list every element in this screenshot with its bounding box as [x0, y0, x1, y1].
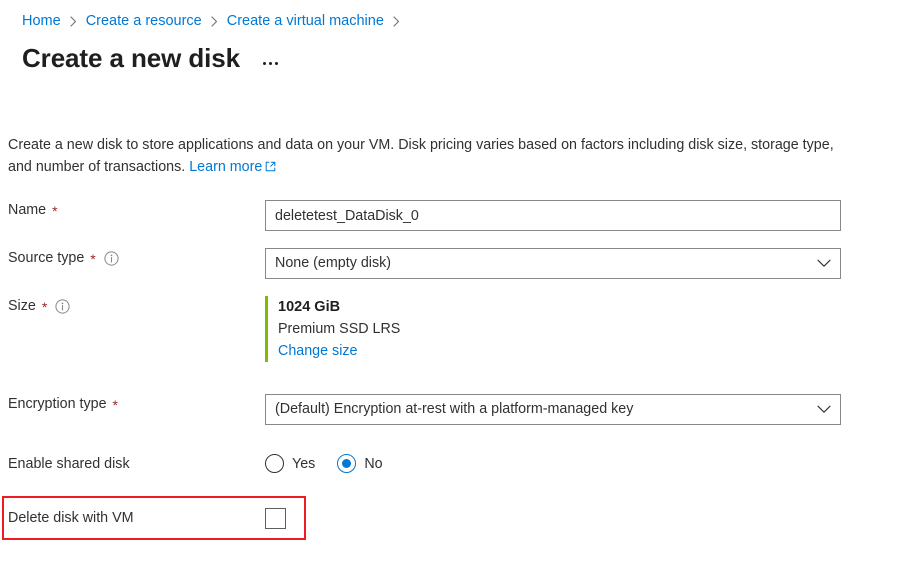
form-row-enable-shared-disk: Enable shared disk Yes No — [0, 454, 924, 474]
description-text: Create a new disk to store applications … — [8, 137, 834, 175]
source-type-label: Source type * — [0, 248, 265, 268]
form-row-delete-disk-with-vm: Delete disk with VM — [0, 508, 924, 534]
radio-circle-yes-icon — [265, 454, 284, 473]
encryption-type-select[interactable]: (Default) Encryption at-rest with a plat… — [265, 394, 841, 425]
form-row-encryption-type: Encryption type * (Default) Encryption a… — [0, 394, 924, 425]
breadcrumb-item-home[interactable]: Home — [22, 11, 61, 31]
delete-disk-with-vm-label: Delete disk with VM — [0, 508, 265, 528]
radio-label-no: No — [364, 455, 383, 472]
encryption-type-control: (Default) Encryption at-rest with a plat… — [265, 394, 924, 425]
enable-shared-disk-label: Enable shared disk — [0, 454, 265, 474]
external-link-icon — [265, 157, 276, 179]
enable-shared-disk-radio-group: Yes No — [265, 454, 924, 473]
enable-shared-disk-control: Yes No — [265, 454, 924, 473]
encryption-type-label: Encryption type * — [0, 394, 265, 414]
title-row: Create a new disk — [22, 41, 281, 75]
radio-option-no[interactable]: No — [337, 454, 383, 473]
ellipsis-dot-icon — [268, 62, 272, 65]
name-input[interactable] — [265, 200, 841, 231]
size-control: 1024 GiB Premium SSD LRS Change size — [265, 296, 924, 362]
learn-more-label: Learn more — [189, 159, 263, 175]
info-circle-icon[interactable] — [55, 298, 70, 314]
ellipsis-dot-icon — [262, 62, 266, 65]
radio-circle-no-icon — [337, 454, 357, 473]
required-asterisk: * — [112, 397, 118, 413]
name-label: Name * — [0, 200, 265, 220]
source-type-control: None (empty disk) — [265, 248, 924, 279]
form-row-name: Name * — [0, 200, 924, 231]
breadcrumb-item-create-a-virtual-machine[interactable]: Create a virtual machine — [227, 11, 384, 31]
name-label-text: Name — [8, 202, 47, 218]
breadcrumb-separator-icon — [211, 15, 218, 27]
breadcrumb-separator-icon — [70, 15, 77, 27]
form-row-size: Size * 1024 GiB Premium SSD LRS Change s… — [0, 296, 924, 362]
name-control — [265, 200, 924, 231]
change-size-link[interactable]: Change size — [278, 340, 357, 362]
create-new-disk-page: Home Create a resource Create a virtual … — [0, 0, 924, 568]
delete-disk-with-vm-label-text: Delete disk with VM — [8, 510, 134, 526]
required-asterisk: * — [52, 203, 58, 219]
size-label-text: Size — [8, 298, 36, 314]
size-summary-block: 1024 GiB Premium SSD LRS Change size — [265, 296, 665, 362]
size-value: 1024 GiB — [278, 299, 341, 315]
size-label: Size * — [0, 296, 265, 316]
info-circle-icon[interactable] — [104, 250, 119, 266]
source-type-select[interactable]: None (empty disk) — [265, 248, 841, 279]
source-type-select-wrap: None (empty disk) — [265, 248, 841, 279]
enable-shared-disk-label-text: Enable shared disk — [8, 456, 130, 472]
more-options-ellipsis-button[interactable] — [260, 58, 281, 69]
page-title: Create a new disk — [22, 43, 240, 73]
size-sku: Premium SSD LRS — [278, 321, 401, 337]
breadcrumb-item-create-a-resource[interactable]: Create a resource — [86, 11, 202, 31]
breadcrumb-separator-icon — [393, 15, 400, 27]
required-asterisk: * — [90, 251, 96, 267]
delete-disk-with-vm-control — [265, 508, 924, 534]
ellipsis-dot-icon — [274, 62, 278, 65]
breadcrumb: Home Create a resource Create a virtual … — [22, 11, 409, 31]
delete-disk-with-vm-checkbox[interactable] — [265, 508, 286, 529]
encryption-type-label-text: Encryption type — [8, 396, 107, 412]
learn-more-link[interactable]: Learn more — [189, 159, 276, 175]
form-row-source-type: Source type * None (empty disk) — [0, 248, 924, 279]
required-asterisk: * — [41, 299, 48, 315]
source-type-label-text: Source type — [8, 250, 85, 266]
page-description: Create a new disk to store applications … — [8, 134, 838, 179]
radio-label-yes: Yes — [292, 455, 316, 472]
radio-option-yes[interactable]: Yes — [265, 454, 315, 473]
encryption-type-select-wrap: (Default) Encryption at-rest with a plat… — [265, 394, 841, 425]
